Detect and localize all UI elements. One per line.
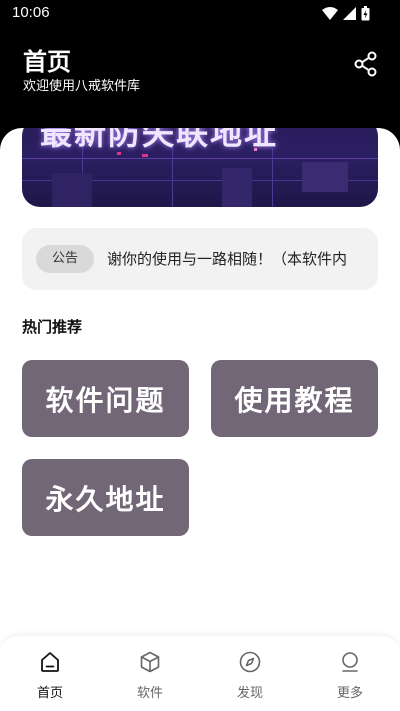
bottom-nav: 首页 软件 发现 更多 [0,636,400,711]
box-icon [140,651,160,673]
home-icon [41,652,59,672]
banner-text: 最新防失联地址 [40,128,279,152]
nav-item-software[interactable]: 软件 [100,636,200,711]
compass-icon [239,651,261,673]
notice-badge: 公告 [36,245,94,273]
profile-icon [342,652,358,672]
nav-label-software: 软件 [136,686,163,701]
main-content: 最新防失联地址 公告 谢你的使用与一路相随！（本软件内 热门推荐 软件问题 使用… [0,128,400,711]
nav-label-discover: 发现 [236,686,263,701]
share-button[interactable] [352,50,380,78]
status-icons [322,6,370,21]
notice-bar[interactable]: 公告 谢你的使用与一路相随！（本软件内 [22,228,378,290]
tile-permanent-address[interactable]: 永久地址 [22,459,189,536]
wifi-icon [322,7,338,20]
section-title-hot: 热门推荐 [22,318,83,336]
nav-item-home[interactable]: 首页 [0,636,100,711]
tile-software-issues[interactable]: 软件问题 [22,360,189,437]
nav-label-home: 首页 [36,686,63,701]
tile-tutorial[interactable]: 使用教程 [211,360,378,437]
status-time: 10:06 [12,4,50,21]
banner[interactable]: 最新防失联地址 [22,128,378,207]
status-bar: 10:06 [0,0,400,28]
page-subtitle: 欢迎使用八戒软件库 [23,79,141,94]
notice-text: 谢你的使用与一路相随！（本软件内 [107,250,348,268]
page-title: 首页 [23,48,71,76]
nav-label-more: 更多 [336,686,363,701]
header: 首页 欢迎使用八戒软件库 [0,28,400,128]
nav-item-more[interactable]: 更多 [300,636,400,711]
battery-icon [361,6,370,21]
share-icon [354,51,377,77]
nav-item-discover[interactable]: 发现 [200,636,300,711]
signal-icon [343,7,356,20]
